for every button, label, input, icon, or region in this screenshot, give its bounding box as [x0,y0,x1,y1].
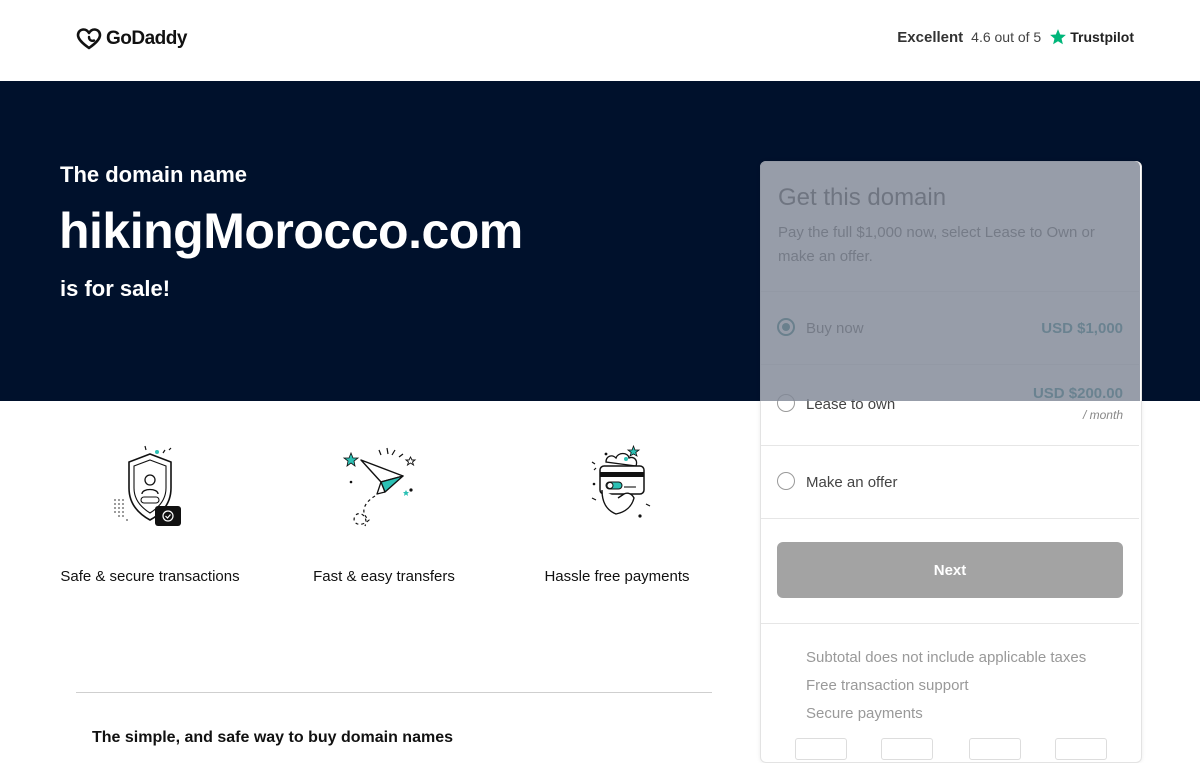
option-make-offer[interactable]: Make an offer [761,446,1139,518]
buy-now-radio[interactable] [777,318,795,336]
panel-separator [761,623,1139,624]
trustpilot-rating[interactable]: Excellent 4.6 out of 5 Trustpilot [897,28,1134,46]
section-heading: The simple, and safe way to buy domain n… [92,729,453,746]
site-header: GoDaddy Excellent 4.6 out of 5 Trustpilo… [0,0,1200,81]
payment-method-icon [969,738,1021,760]
get-domain-panel: Get this domain Pay the full $1,000 now,… [760,161,1142,763]
star-icon [1050,29,1067,45]
panel-description: Pay the full $1,000 now, select Lease to… [778,224,1095,265]
option-label: Lease to own [806,396,896,413]
trustpilot-label: Trustpilot [1070,29,1134,45]
make-offer-radio[interactable] [777,472,795,490]
trust-rating-text: 4.6 out of 5 [971,29,1042,45]
hero-domain-name: hikingMorocco.com [59,203,523,259]
option-label: Make an offer [806,474,898,491]
godaddy-heart-icon [76,28,102,50]
feature-fast-transfers: Fast & easy transfers [279,440,489,589]
lease-to-own-radio[interactable] [777,394,795,412]
trustpilot-brand: Trustpilot [1049,28,1134,46]
feature-label: Fast & easy transfers [313,568,455,585]
trust-excellent-label: Excellent [897,28,964,46]
option-price-period: / month [1082,408,1123,422]
option-buy-now[interactable]: Buy now USD $1,000 [761,292,1139,364]
option-price: USD $1,000 [1041,320,1123,337]
shield-icon [114,445,181,526]
perk-support: Free transaction support [806,677,969,694]
feature-safe-secure: Safe & secure transactions [45,440,255,589]
perk-secure: Secure payments [806,705,923,722]
hero-subtitle: is for sale! [60,276,171,301]
feature-label: Hassle free payments [544,568,690,585]
section-divider [76,692,712,693]
feature-hassle-free-payments: Hassle free payments [512,440,722,589]
panel-title: Get this domain [778,184,947,211]
option-lease-to-own[interactable]: Lease to own USD $200.00 / month [761,365,1139,445]
perk-taxes: Subtotal does not include applicable tax… [806,649,1087,666]
hero-pretitle: The domain name [60,162,248,187]
payment-method-icon [795,738,847,760]
feature-label: Safe & secure transactions [60,568,240,585]
panel-separator [761,518,1139,519]
payment-method-icon [881,738,933,760]
paper-plane-icon [342,447,417,527]
option-price: USD $200.00 [1032,385,1123,402]
logo-text: GoDaddy [106,28,187,49]
option-label: Buy now [806,320,864,337]
next-button[interactable]: Next [777,542,1123,598]
godaddy-logo[interactable]: GoDaddy [76,27,187,51]
payment-card-icon [591,444,651,518]
payment-method-icon [1055,738,1107,760]
